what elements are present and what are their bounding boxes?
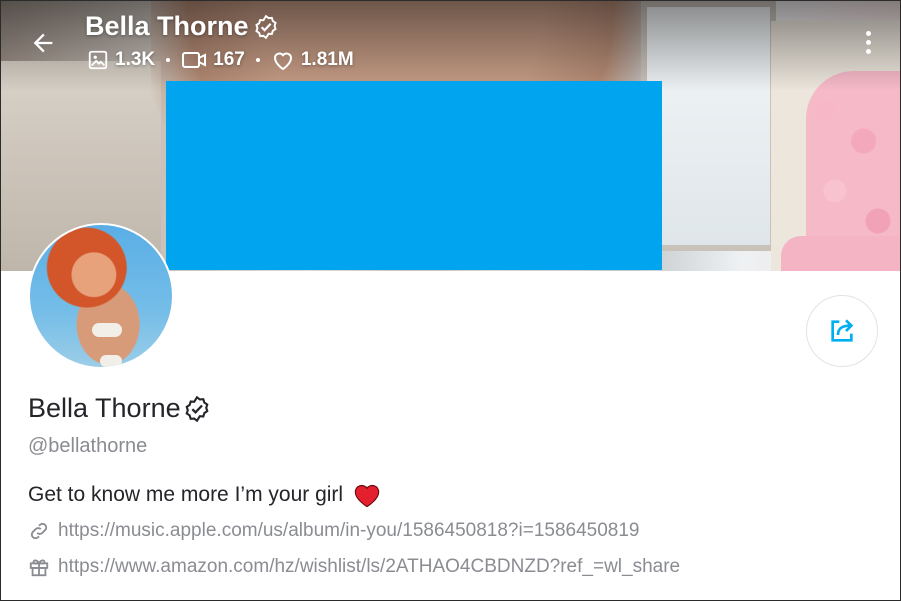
profile-name: Bella Thorne [28, 393, 211, 424]
heart-icon [273, 52, 292, 71]
arrow-left-icon [33, 33, 53, 53]
red-heart-icon [354, 484, 380, 508]
link-text[interactable]: https://music.apple.com/us/album/in-you/… [58, 520, 640, 542]
profile-link[interactable]: https://music.apple.com/us/album/in-you/… [28, 520, 640, 542]
link-text[interactable]: https://www.amazon.com/hz/wishlist/ls/2A… [58, 556, 680, 578]
separator-dot [255, 58, 260, 62]
video-icon [182, 52, 207, 68]
verified-badge-icon [254, 14, 277, 39]
profile-name-text: Bella Thorne [28, 393, 181, 423]
videos-count: 167 [213, 49, 245, 70]
photos-count: 1.3K [115, 49, 156, 70]
separator-dot [166, 58, 171, 62]
more-vertical-icon[interactable] [853, 25, 883, 59]
redaction-box [166, 81, 662, 270]
profile-handle: @bellathorne [28, 435, 148, 457]
header-name: Bella Thorne [85, 11, 249, 41]
photos-stat: 1.3K [87, 49, 155, 71]
profile-page: Bella Thorne 1.3K 167 1.81M Bella Thorne… [0, 0, 901, 601]
header-stats: 1.3K 167 1.81M [87, 49, 354, 71]
share-icon [831, 319, 854, 342]
profile-link[interactable]: https://www.amazon.com/hz/wishlist/ls/2A… [28, 556, 680, 578]
back-button[interactable] [23, 23, 63, 63]
gift-icon [29, 559, 49, 577]
videos-stat: 167 [181, 49, 245, 71]
likes-count: 1.81M [300, 49, 354, 70]
link-icon [30, 522, 48, 540]
verified-badge-icon [185, 395, 209, 422]
share-button[interactable] [806, 295, 878, 367]
likes-stat: 1.81M [271, 49, 354, 71]
image-icon [88, 50, 108, 70]
profile-bio: Get to know me more I’m your girl [28, 482, 381, 508]
bio-text: Get to know me more I’m your girl [28, 483, 344, 506]
avatar[interactable] [28, 223, 174, 369]
header-title: Bella Thorne [85, 11, 279, 42]
